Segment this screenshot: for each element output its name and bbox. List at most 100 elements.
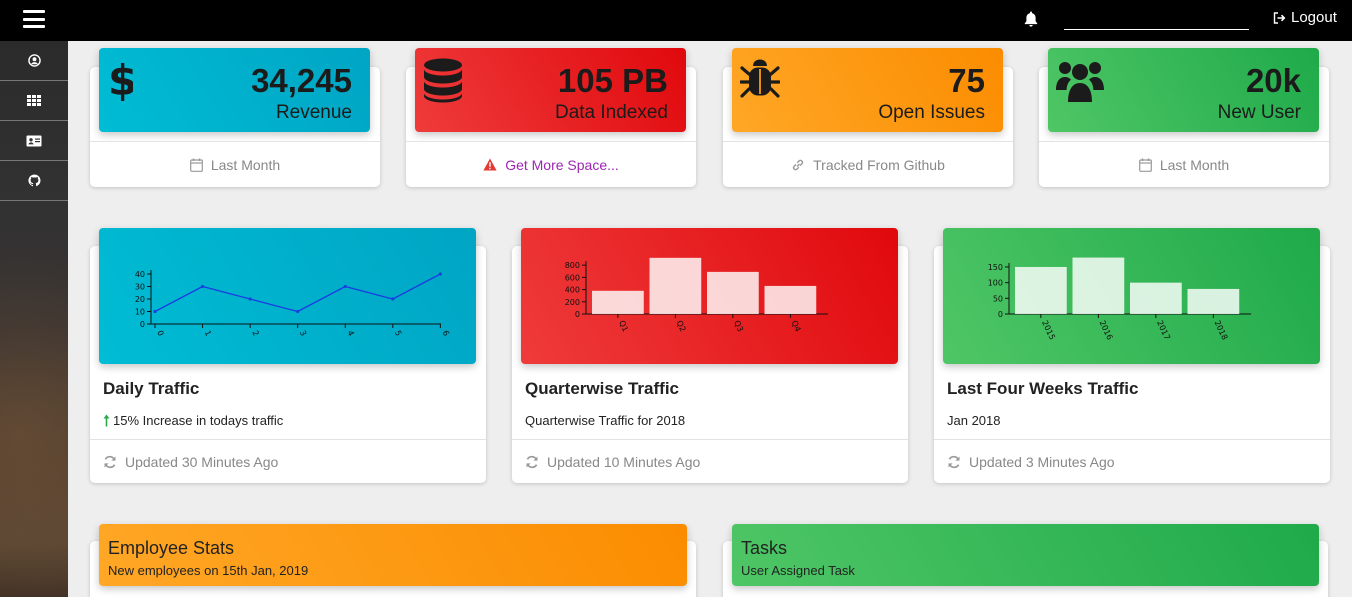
bar — [592, 290, 644, 314]
stat-card-header: 20k New User — [1048, 48, 1319, 132]
y-tick-label: 800 — [565, 261, 580, 270]
sidebar-item-dashboard[interactable] — [0, 81, 68, 121]
stat-footer-text: Tracked From Github — [813, 156, 945, 173]
sidebar-item-github[interactable] — [0, 161, 68, 201]
data-point — [296, 309, 300, 314]
x-tick-label: 5 — [393, 329, 403, 337]
stat-card-new-user: 20k New User Last Month — [1039, 48, 1329, 187]
arrow-up-icon — [103, 414, 110, 427]
x-tick-label: 4 — [345, 329, 355, 337]
chart-title: Last Four Weeks Traffic — [947, 379, 1139, 398]
x-tick-label: 0 — [155, 329, 165, 337]
chart-subtitle-row: Quarterwise Traffic for 2018 — [525, 413, 685, 428]
chart-title: Daily Traffic — [103, 379, 200, 398]
grid-icon — [27, 95, 41, 106]
stat-card-header: $ 34,245 Revenue — [99, 48, 370, 132]
id-card-icon — [26, 135, 42, 146]
hamburger-icon[interactable] — [23, 10, 45, 28]
chart-header: 0 50 100 150 2015 2016 2017 2018 — [943, 228, 1320, 364]
series-line — [154, 273, 441, 313]
y-tick-label: 40 — [135, 270, 145, 279]
link-icon — [793, 159, 804, 170]
top-navbar: Logout — [0, 0, 1352, 41]
calendar-icon — [1138, 158, 1152, 172]
user-circle-icon — [27, 54, 41, 67]
daily-traffic-line-chart: 0 10 20 30 40 0 1 2 3 4 5 6 — [135, 270, 451, 337]
data-point — [248, 297, 252, 301]
refresh-icon — [526, 455, 538, 468]
stat-footer-text: Last Month — [210, 156, 281, 173]
chart-footer-text: Updated 30 Minutes Ago — [125, 453, 279, 470]
stat-value: 75 — [948, 62, 985, 99]
database-icon — [424, 58, 462, 103]
chart-subtitle: Quarterwise Traffic for 2018 — [525, 413, 686, 428]
chart-subtitle-row: Jan 2018 — [947, 413, 1001, 428]
x-tick-label: 2015 — [1040, 319, 1057, 341]
sidebar-item-contacts[interactable] — [0, 121, 68, 161]
data-point — [343, 284, 347, 289]
stat-label: Data Indexed — [554, 102, 668, 123]
tasks-header: Tasks User Assigned Task — [732, 524, 1319, 586]
data-point — [438, 272, 442, 276]
github-icon — [27, 174, 40, 187]
dollar-icon: $ — [108, 58, 133, 102]
y-tick-label: 600 — [565, 273, 580, 282]
stat-value: 34,245 — [251, 62, 352, 99]
y-tick-label: 0 — [140, 320, 145, 329]
bell-icon[interactable] — [1024, 11, 1038, 27]
sidebar-item-profile[interactable] — [0, 41, 68, 81]
chart-subtitle-row: 15% Increase in todays traffic — [103, 413, 283, 428]
calendar-icon — [189, 158, 203, 172]
bug-icon — [740, 59, 780, 98]
stat-card-header: 105 PB Data Indexed — [415, 48, 686, 132]
quarterwise-bar-chart: 0 200 400 600 800 Q1 Q2 Q3 Q4 — [565, 257, 828, 333]
chart-title: Quarterwise Traffic — [525, 379, 680, 398]
card-subtitle: New employees on 15th Jan, 2019 — [108, 563, 309, 578]
warning-icon — [483, 158, 497, 171]
employee-stats-card: Employee Stats New employees on 15th Jan… — [90, 524, 696, 597]
stat-footer: Tracked From Github — [723, 141, 1013, 187]
y-tick-label: 400 — [565, 286, 580, 295]
bar — [1015, 266, 1067, 314]
x-tick-label: 2018 — [1213, 319, 1230, 341]
get-more-space-link[interactable]: Get More Space... — [505, 157, 619, 173]
y-tick-label: 30 — [135, 283, 145, 292]
data-point — [200, 284, 205, 289]
stat-card-data-indexed: 105 PB Data Indexed Get More Space... — [406, 48, 696, 187]
logout-button[interactable]: Logout — [1273, 9, 1337, 26]
y-tick-label: 10 — [135, 308, 145, 317]
chart-card-last-four-weeks: 0 50 100 150 2015 2016 2017 2018 Last Four Week… — [934, 228, 1330, 483]
bar — [649, 257, 702, 314]
y-tick-label: 150 — [988, 263, 1003, 272]
x-tick-label: 2 — [250, 329, 260, 337]
chart-card-daily-traffic: 0 10 20 30 40 0 1 2 3 4 5 6 Daily Traffic 15% Incre… — [90, 228, 486, 483]
employee-stats-header: Employee Stats New employees on 15th Jan… — [99, 524, 687, 586]
sidebar — [0, 41, 68, 597]
y-tick-label: 100 — [988, 279, 1003, 288]
card-title: Employee Stats — [108, 538, 235, 558]
four-weeks-bar-chart: 0 50 100 150 2015 2016 2017 2018 — [988, 257, 1251, 341]
y-tick-label: 200 — [565, 298, 580, 307]
svg-text:$: $ — [108, 58, 133, 102]
search-input[interactable] — [1064, 8, 1249, 30]
main-content: $ 34,245 Revenue Last Month 105 PB Data … — [68, 41, 1352, 597]
stat-footer: Get More Space... — [406, 141, 696, 187]
x-tick-label: 2017 — [1155, 319, 1172, 341]
x-tick-label: 6 — [441, 329, 451, 337]
chart-footer-text: Updated 3 Minutes Ago — [969, 453, 1115, 470]
refresh-icon — [104, 455, 116, 468]
tasks-card: Tasks User Assigned Task — [723, 524, 1328, 597]
bar — [1130, 282, 1182, 314]
x-tick-label: 3 — [298, 329, 308, 337]
bar — [1072, 257, 1125, 314]
card-title: Tasks — [741, 538, 788, 558]
bar — [764, 285, 817, 314]
chart-subtitle: Jan 2018 — [947, 413, 1001, 428]
y-tick-label: 20 — [135, 295, 145, 304]
stat-value: 20k — [1245, 62, 1301, 99]
chart-footer: Updated 3 Minutes Ago — [934, 439, 1330, 483]
stat-label: Revenue — [275, 102, 352, 123]
stat-value: 105 PB — [557, 62, 668, 99]
stat-label: New User — [1217, 102, 1301, 123]
y-tick-label: 50 — [993, 294, 1003, 303]
